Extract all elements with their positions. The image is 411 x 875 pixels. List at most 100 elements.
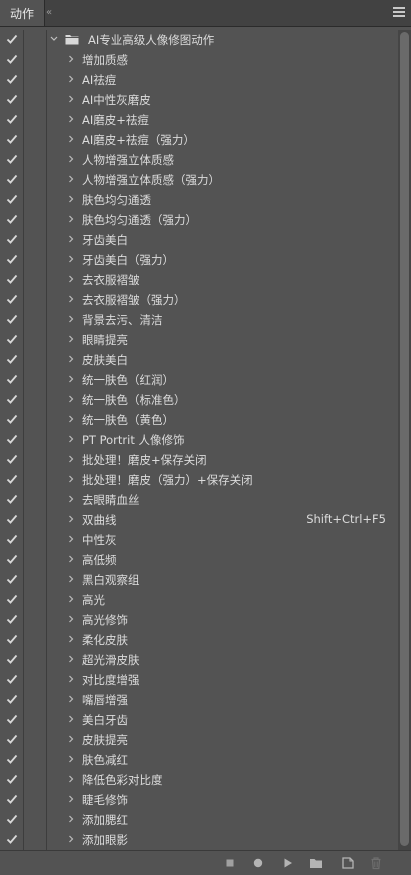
toggle-cell[interactable] bbox=[0, 610, 24, 630]
action-row[interactable]: 统一肤色（红润） bbox=[0, 370, 398, 390]
dialog-cell[interactable] bbox=[24, 30, 63, 50]
dialog-cell[interactable] bbox=[24, 690, 63, 710]
action-name-cell[interactable]: 统一肤色（红润） bbox=[47, 370, 398, 390]
action-row[interactable]: 高光修饰 bbox=[0, 610, 398, 630]
action-row[interactable]: AI祛痘 bbox=[0, 70, 398, 90]
dialog-cell[interactable] bbox=[24, 710, 63, 730]
panel-menu-icon[interactable] bbox=[393, 7, 405, 19]
chevron-right-icon[interactable] bbox=[67, 153, 75, 165]
action-name-cell[interactable]: 肤色均匀通透 bbox=[47, 190, 398, 210]
toggle-cell[interactable] bbox=[0, 110, 24, 130]
action-name-cell[interactable]: 增加质感 bbox=[47, 50, 398, 70]
action-name-cell[interactable]: 皮肤提亮 bbox=[47, 730, 398, 750]
action-row[interactable]: 高光 bbox=[0, 590, 398, 610]
check-icon[interactable] bbox=[6, 833, 18, 845]
action-name-cell[interactable]: AI磨皮+祛痘（强力） bbox=[47, 130, 398, 150]
action-name-cell[interactable]: 牙齿美白 bbox=[47, 230, 398, 250]
action-name-cell[interactable]: 牙齿美白（强力） bbox=[47, 250, 398, 270]
dialog-cell[interactable] bbox=[24, 390, 63, 410]
check-icon[interactable] bbox=[6, 693, 18, 705]
action-name-cell[interactable]: 去眼睛血丝 bbox=[47, 490, 398, 510]
action-set-row[interactable]: AI专业高级人像修图动作 bbox=[0, 30, 398, 50]
check-icon[interactable] bbox=[6, 533, 18, 545]
toggle-cell[interactable] bbox=[0, 70, 24, 90]
chevron-right-icon[interactable] bbox=[67, 173, 75, 185]
action-name-cell[interactable]: 美白牙齿 bbox=[47, 710, 398, 730]
check-icon[interactable] bbox=[6, 673, 18, 685]
toggle-cell[interactable] bbox=[0, 90, 24, 110]
chevron-down-icon[interactable] bbox=[50, 33, 58, 45]
action-row[interactable]: 柔化皮肤 bbox=[0, 630, 398, 650]
dialog-cell[interactable] bbox=[24, 470, 63, 490]
dialog-cell[interactable] bbox=[24, 770, 63, 790]
toggle-cell[interactable] bbox=[0, 690, 24, 710]
dialog-cell[interactable] bbox=[24, 230, 63, 250]
chevron-right-icon[interactable] bbox=[67, 593, 75, 605]
chevron-right-icon[interactable] bbox=[67, 573, 75, 585]
dialog-cell[interactable] bbox=[24, 250, 63, 270]
action-row[interactable]: 高低频 bbox=[0, 550, 398, 570]
toggle-cell[interactable] bbox=[0, 30, 24, 50]
toggle-cell[interactable] bbox=[0, 810, 24, 830]
chevron-right-icon[interactable] bbox=[67, 413, 75, 425]
chevron-right-icon[interactable] bbox=[67, 293, 75, 305]
action-row[interactable]: 超光滑皮肤 bbox=[0, 650, 398, 670]
check-icon[interactable] bbox=[6, 273, 18, 285]
stop-icon[interactable] bbox=[223, 856, 237, 870]
dialog-cell[interactable] bbox=[24, 570, 63, 590]
dialog-cell[interactable] bbox=[24, 90, 63, 110]
dialog-cell[interactable] bbox=[24, 450, 63, 470]
action-row[interactable]: 皮肤美白 bbox=[0, 350, 398, 370]
chevron-right-icon[interactable] bbox=[67, 73, 75, 85]
toggle-cell[interactable] bbox=[0, 330, 24, 350]
action-name-cell[interactable]: 降低色彩对比度 bbox=[47, 770, 398, 790]
action-name-cell[interactable]: 肤色减红 bbox=[47, 750, 398, 770]
tab-actions[interactable]: 动作 bbox=[0, 0, 45, 26]
toggle-cell[interactable] bbox=[0, 730, 24, 750]
toggle-cell[interactable] bbox=[0, 430, 24, 450]
dialog-cell[interactable] bbox=[24, 170, 63, 190]
check-icon[interactable] bbox=[6, 53, 18, 65]
dialog-cell[interactable] bbox=[24, 670, 63, 690]
toggle-cell[interactable] bbox=[0, 290, 24, 310]
toggle-cell[interactable] bbox=[0, 270, 24, 290]
toggle-cell[interactable] bbox=[0, 630, 24, 650]
chevron-right-icon[interactable] bbox=[67, 253, 75, 265]
dialog-cell[interactable] bbox=[24, 590, 63, 610]
dialog-cell[interactable] bbox=[24, 650, 63, 670]
check-icon[interactable] bbox=[6, 393, 18, 405]
check-icon[interactable] bbox=[6, 573, 18, 585]
check-icon[interactable] bbox=[6, 293, 18, 305]
check-icon[interactable] bbox=[6, 793, 18, 805]
dialog-cell[interactable] bbox=[24, 270, 63, 290]
toggle-cell[interactable] bbox=[0, 530, 24, 550]
action-row[interactable]: 降低色彩对比度 bbox=[0, 770, 398, 790]
toggle-cell[interactable] bbox=[0, 590, 24, 610]
chevron-right-icon[interactable] bbox=[67, 393, 75, 405]
chevron-right-icon[interactable] bbox=[67, 753, 75, 765]
check-icon[interactable] bbox=[6, 133, 18, 145]
toggle-cell[interactable] bbox=[0, 790, 24, 810]
action-row[interactable]: 眼睛提亮 bbox=[0, 330, 398, 350]
chevron-right-icon[interactable] bbox=[67, 553, 75, 565]
dialog-cell[interactable] bbox=[24, 430, 63, 450]
folder-icon[interactable] bbox=[309, 856, 323, 870]
action-row[interactable]: 肤色均匀通透（强力） bbox=[0, 210, 398, 230]
action-row[interactable]: 人物增强立体质感（强力） bbox=[0, 170, 398, 190]
chevron-right-icon[interactable] bbox=[67, 53, 75, 65]
dialog-cell[interactable] bbox=[24, 210, 63, 230]
chevron-right-icon[interactable] bbox=[67, 493, 75, 505]
action-row[interactable]: 对比度增强 bbox=[0, 670, 398, 690]
check-icon[interactable] bbox=[6, 653, 18, 665]
chevron-right-icon[interactable] bbox=[67, 613, 75, 625]
action-name-cell[interactable]: 人物增强立体质感（强力） bbox=[47, 170, 398, 190]
toggle-cell[interactable] bbox=[0, 410, 24, 430]
dialog-cell[interactable] bbox=[24, 310, 63, 330]
check-icon[interactable] bbox=[6, 453, 18, 465]
action-name-cell[interactable]: 去衣服褶皱 bbox=[47, 270, 398, 290]
action-row[interactable]: 双曲线 Shift+Ctrl+F5 bbox=[0, 510, 398, 530]
action-name-cell[interactable]: AI磨皮+祛痘 bbox=[47, 110, 398, 130]
chevron-right-icon[interactable] bbox=[67, 113, 75, 125]
toggle-cell[interactable] bbox=[0, 370, 24, 390]
toggle-cell[interactable] bbox=[0, 670, 24, 690]
